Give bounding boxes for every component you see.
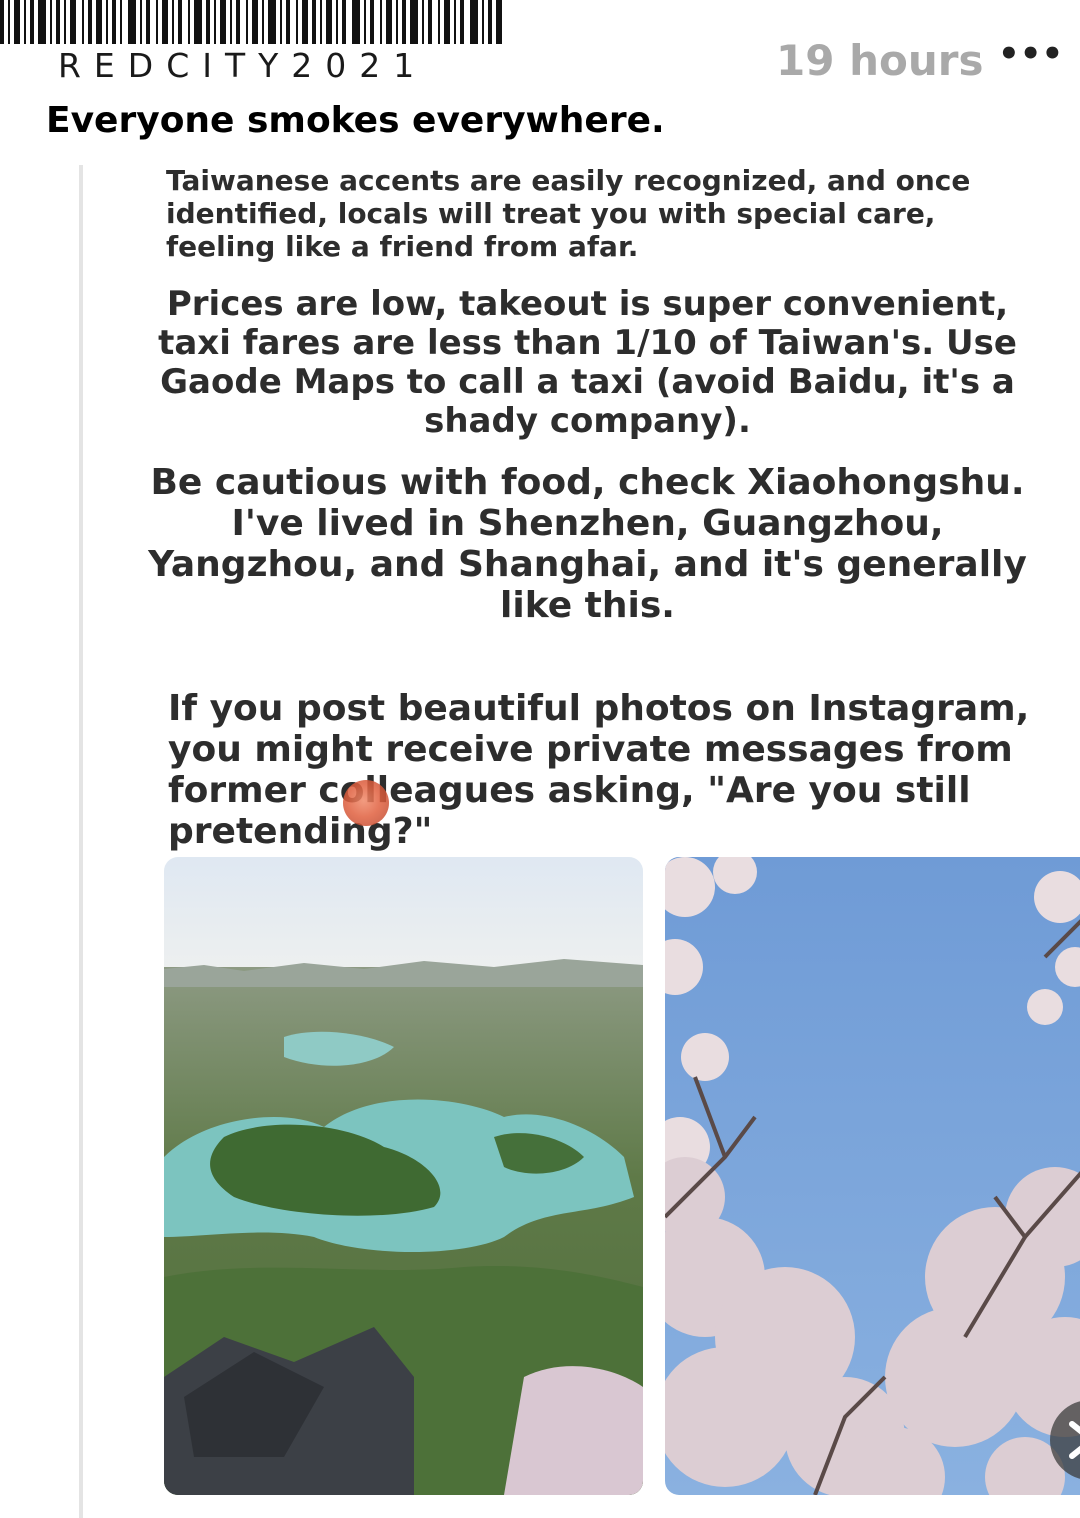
barcode-watermark bbox=[0, 0, 502, 44]
chevron-right-icon bbox=[1069, 1421, 1080, 1459]
post-title: Everyone smokes everywhere. bbox=[46, 100, 665, 141]
post-paragraph: Prices are low, takeout is super conveni… bbox=[158, 284, 1017, 441]
post-photo-blossoms[interactable] bbox=[665, 857, 1080, 1495]
post-paragraph: Be cautious with food, check Xiaohongshu… bbox=[148, 462, 1027, 626]
watermark-label: REDCITY2021 bbox=[58, 46, 428, 85]
emoji-icon bbox=[343, 780, 389, 826]
more-options-button[interactable]: ••• bbox=[998, 37, 1063, 72]
post-photo-lake[interactable] bbox=[164, 857, 643, 1495]
post-paragraph: If you post beautiful photos on Instagra… bbox=[168, 688, 1030, 852]
post-timestamp: 19 hours bbox=[776, 36, 984, 85]
post-paragraph: Taiwanese accents are easily recognized,… bbox=[166, 164, 971, 263]
thread-divider bbox=[79, 165, 83, 1518]
